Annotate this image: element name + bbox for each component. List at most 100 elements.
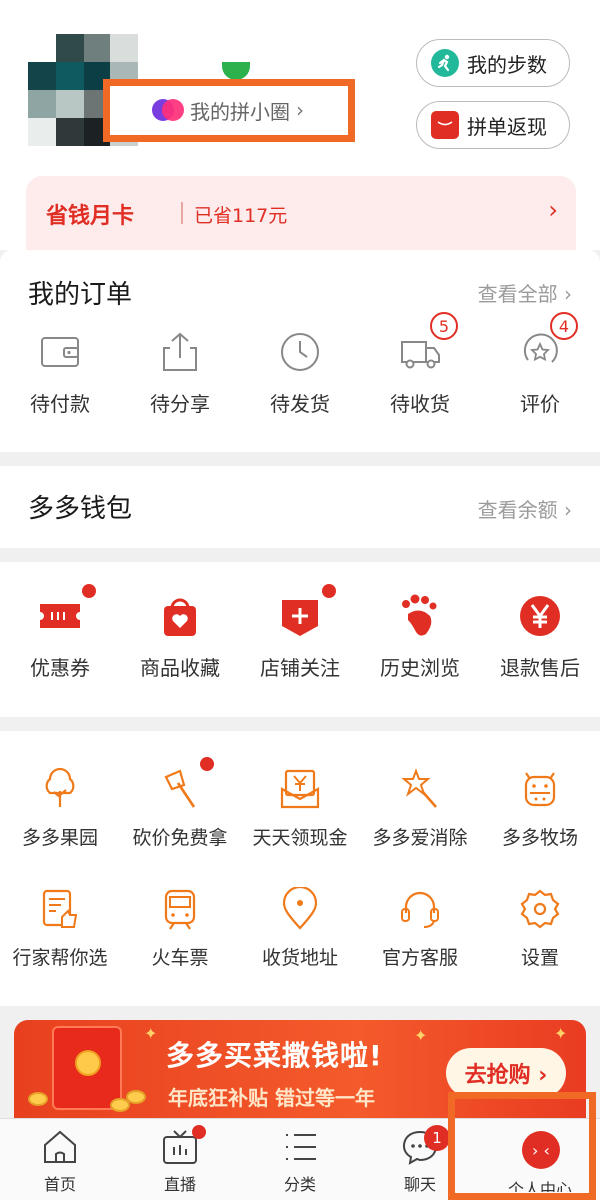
headset-icon [401, 891, 439, 928]
my-circle-link[interactable]: 我的拼小圈 › [152, 96, 304, 124]
favorites-item[interactable]: 商品收藏 [120, 592, 240, 681]
clock-icon [281, 333, 319, 371]
expert-pick-item[interactable]: 行家帮你选 [0, 887, 120, 970]
coin-icon [28, 1092, 48, 1106]
services-section: 优惠券 商品收藏 店铺关注 历史浏览 退款售后 [0, 562, 600, 717]
train-icon [164, 889, 196, 930]
gear-icon [520, 889, 560, 929]
chevron-right-icon: › [564, 282, 572, 306]
my-steps-button[interactable]: 我的步数 [416, 39, 570, 87]
order-pending-payment[interactable]: 待付款 [10, 330, 110, 417]
order-pending-shipment[interactable]: 待发货 [250, 330, 350, 417]
order-item-label: 待收货 [390, 392, 450, 416]
order-review[interactable]: 评价 4 [490, 312, 590, 417]
tab-home[interactable]: 首页 [0, 1127, 120, 1195]
service-label: 店铺关注 [260, 656, 340, 680]
group-cashback-label: 拼单返现 [467, 114, 547, 139]
divider [181, 202, 183, 224]
shipping-address-item[interactable]: 收货地址 [240, 887, 360, 970]
orders-section: 我的订单 查看全部 › 待付款 待分享 待发货 待收货 5 评价 4 [0, 250, 600, 452]
daily-cash-item[interactable]: 天天领现金 [240, 767, 360, 850]
share-icon [163, 332, 197, 371]
tool-label: 多多果园 [21, 827, 98, 849]
sparkle-icon: ✦ [144, 1024, 158, 1043]
orders-title: 我的订单 [28, 280, 133, 310]
wallet-icon [41, 337, 79, 367]
service-label: 商品收藏 [140, 656, 220, 680]
notification-dot [200, 757, 214, 771]
bargain-free-item[interactable]: 砍价免费拿 [120, 757, 240, 850]
chevron-right-icon: › [296, 98, 304, 122]
chevron-right-icon: › [564, 498, 572, 522]
running-icon [431, 49, 459, 77]
my-circle-label: 我的拼小圈 [190, 99, 290, 124]
ticket-icon [40, 604, 80, 628]
notification-dot [82, 584, 96, 598]
coupons-item[interactable]: 优惠券 [0, 584, 120, 681]
profile-page: 我的拼小圈 › 我的步数 拼单返现 省钱月卡 已省117元 › 我的订单 查看全… [0, 0, 600, 1200]
service-label: 历史浏览 [380, 656, 460, 680]
service-label: 退款售后 [500, 656, 580, 680]
sparkle-icon: ✦ [414, 1026, 428, 1045]
tool-label: 官方客服 [381, 947, 458, 969]
grab-now-button[interactable]: 去抢购 › [446, 1048, 566, 1098]
nickname-fragment [222, 62, 250, 80]
tool-label: 砍价免费拿 [132, 827, 228, 849]
order-item-label: 待付款 [30, 392, 90, 416]
tab-label: 分类 [283, 1175, 316, 1194]
browse-history-item[interactable]: 历史浏览 [360, 592, 480, 681]
wallet-title: 多多钱包 [28, 494, 133, 524]
tool-label: 天天领现金 [252, 827, 348, 849]
chevron-right-icon: › [548, 196, 558, 224]
order-pending-share[interactable]: 待分享 [130, 330, 230, 417]
cash-envelope-icon [280, 769, 320, 809]
review-count-badge: 4 [550, 312, 578, 340]
home-icon [44, 1130, 76, 1163]
view-all-orders-link[interactable]: 查看全部 › [478, 278, 572, 307]
circle-logo-icon [152, 99, 186, 121]
tool-label: 多多牧场 [501, 827, 578, 849]
tool-label: 设置 [520, 947, 559, 969]
order-item-label: 评价 [520, 392, 560, 416]
tool-label: 多多爱消除 [372, 827, 468, 849]
tools-section: 多多果园 砍价免费拿 天天领现金 多多爱消除 多多牧场 行家帮你选 火车票 收货… [0, 731, 600, 1006]
settings-item[interactable]: 设置 [480, 887, 600, 970]
store-plus-icon [282, 600, 318, 636]
axe-icon [164, 769, 196, 808]
sparkle-icon: ✦ [554, 1024, 568, 1043]
my-steps-label: 我的步数 [467, 52, 547, 77]
red-envelope-icon [52, 1026, 122, 1110]
savings-card-banner[interactable]: 省钱月卡 已省117元 › [26, 176, 576, 250]
wallet-section[interactable]: 多多钱包 查看余额 › [0, 466, 600, 548]
tab-label: 直播 [163, 1175, 196, 1194]
coin-icon [126, 1090, 146, 1104]
banner-title: 多多买菜撒钱啦! [166, 1039, 383, 1072]
profile-face-icon[interactable]: › ‹ [522, 1131, 560, 1169]
cow-icon [524, 772, 556, 807]
tab-category[interactable]: 分类 [240, 1127, 360, 1195]
followed-stores-item[interactable]: 店铺关注 [240, 584, 360, 681]
savings-amount: 已省117元 [194, 205, 288, 227]
unread-count-badge: 1 [424, 1125, 450, 1151]
refund-aftersale-item[interactable]: 退款售后 [480, 592, 600, 681]
tab-profile-label[interactable]: 个人中心 [490, 1176, 590, 1192]
customer-service-item[interactable]: 官方客服 [360, 887, 480, 970]
train-ticket-item[interactable]: 火车票 [120, 887, 240, 970]
group-cashback-button[interactable]: 拼单返现 [416, 101, 570, 149]
order-pending-receipt[interactable]: 待收货 5 [370, 312, 470, 417]
orchard-item[interactable]: 多多果园 [0, 767, 120, 850]
bag-heart-icon [164, 598, 196, 636]
banner-subtitle: 年底狂补贴 错过等一年 [168, 1086, 375, 1110]
thumbs-doc-icon [42, 889, 78, 928]
tab-live[interactable]: 直播 [120, 1125, 240, 1195]
view-balance-link[interactable]: 查看余额 › [478, 494, 572, 523]
tool-label: 行家帮你选 [12, 947, 108, 969]
view-balance-label: 查看余额 [477, 498, 558, 522]
elimination-game-item[interactable]: 多多爱消除 [360, 767, 480, 850]
star-wand-icon [401, 768, 437, 808]
ranch-item[interactable]: 多多牧场 [480, 767, 600, 850]
footprint-icon [402, 594, 437, 636]
tool-label: 火车票 [151, 947, 209, 969]
notification-dot [192, 1125, 206, 1139]
tab-label: 首页 [43, 1175, 76, 1194]
